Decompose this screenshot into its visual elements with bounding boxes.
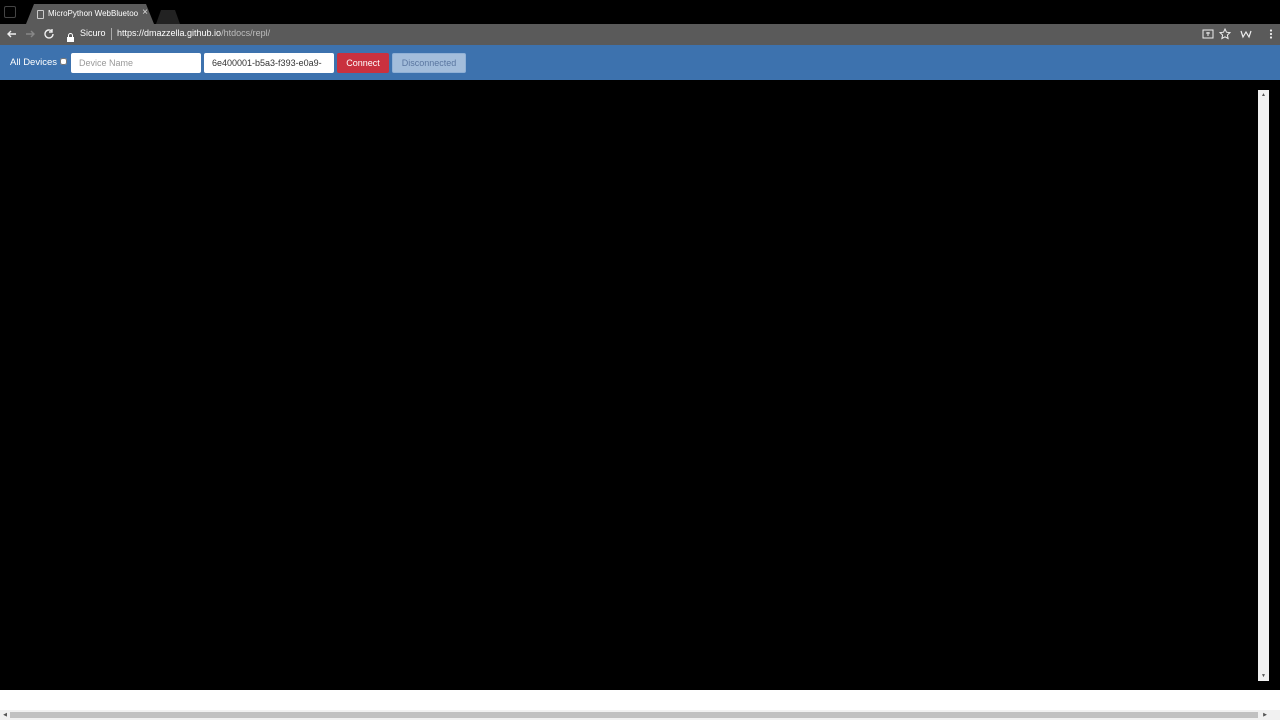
all-devices-label: All Devices [10,57,57,68]
tab-title: MicroPython WebBluetooth [48,9,138,18]
reload-icon[interactable] [41,26,57,42]
back-icon[interactable] [4,26,20,42]
secure-label[interactable]: Sicuro [80,28,106,38]
page-icon [37,10,44,19]
lock-icon[interactable] [67,29,74,42]
horizontal-scroll-thumb[interactable] [10,712,1258,718]
translate-icon[interactable] [1201,27,1215,41]
browser-tab[interactable]: MicroPython WebBluetooth × [26,4,154,24]
address-bar[interactable]: https://dmazzella.github.io/htdocs/repl/ [117,28,270,38]
new-tab-button[interactable] [156,10,180,24]
repl-terminal[interactable] [1,80,1269,690]
app-header: All Devices Connect Disconnected [0,45,1280,80]
url-host: https://dmazzella.github.io [117,28,222,38]
forward-icon[interactable] [22,26,38,42]
horizontal-scrollbar[interactable]: ◀ ▶ [0,710,1280,720]
extension-icon[interactable] [1239,27,1253,41]
scroll-left-icon[interactable]: ◀ [0,710,10,720]
star-icon[interactable] [1218,27,1232,41]
terminal-scrollbar[interactable]: ▲ ▼ [1258,90,1269,681]
scroll-up-icon[interactable]: ▲ [1258,90,1269,100]
scroll-down-icon[interactable]: ▼ [1258,671,1269,681]
service-uuid-input[interactable] [204,53,334,73]
close-tab-icon[interactable]: × [142,7,148,18]
device-name-input[interactable] [71,53,201,73]
scroll-right-icon[interactable]: ▶ [1260,710,1270,720]
all-devices-checkbox[interactable] [60,58,67,65]
url-separator [111,28,112,40]
connection-status-button[interactable]: Disconnected [392,53,466,73]
browser-tab-strip: MicroPython WebBluetooth × [0,0,1280,24]
connect-button[interactable]: Connect [337,53,389,73]
browser-toolbar: Sicuro https://dmazzella.github.io/htdoc… [0,24,1280,45]
url-path: /htdocs/repl/ [221,28,271,38]
menu-icon[interactable] [1264,27,1278,41]
browser-app-icon[interactable] [4,6,16,18]
